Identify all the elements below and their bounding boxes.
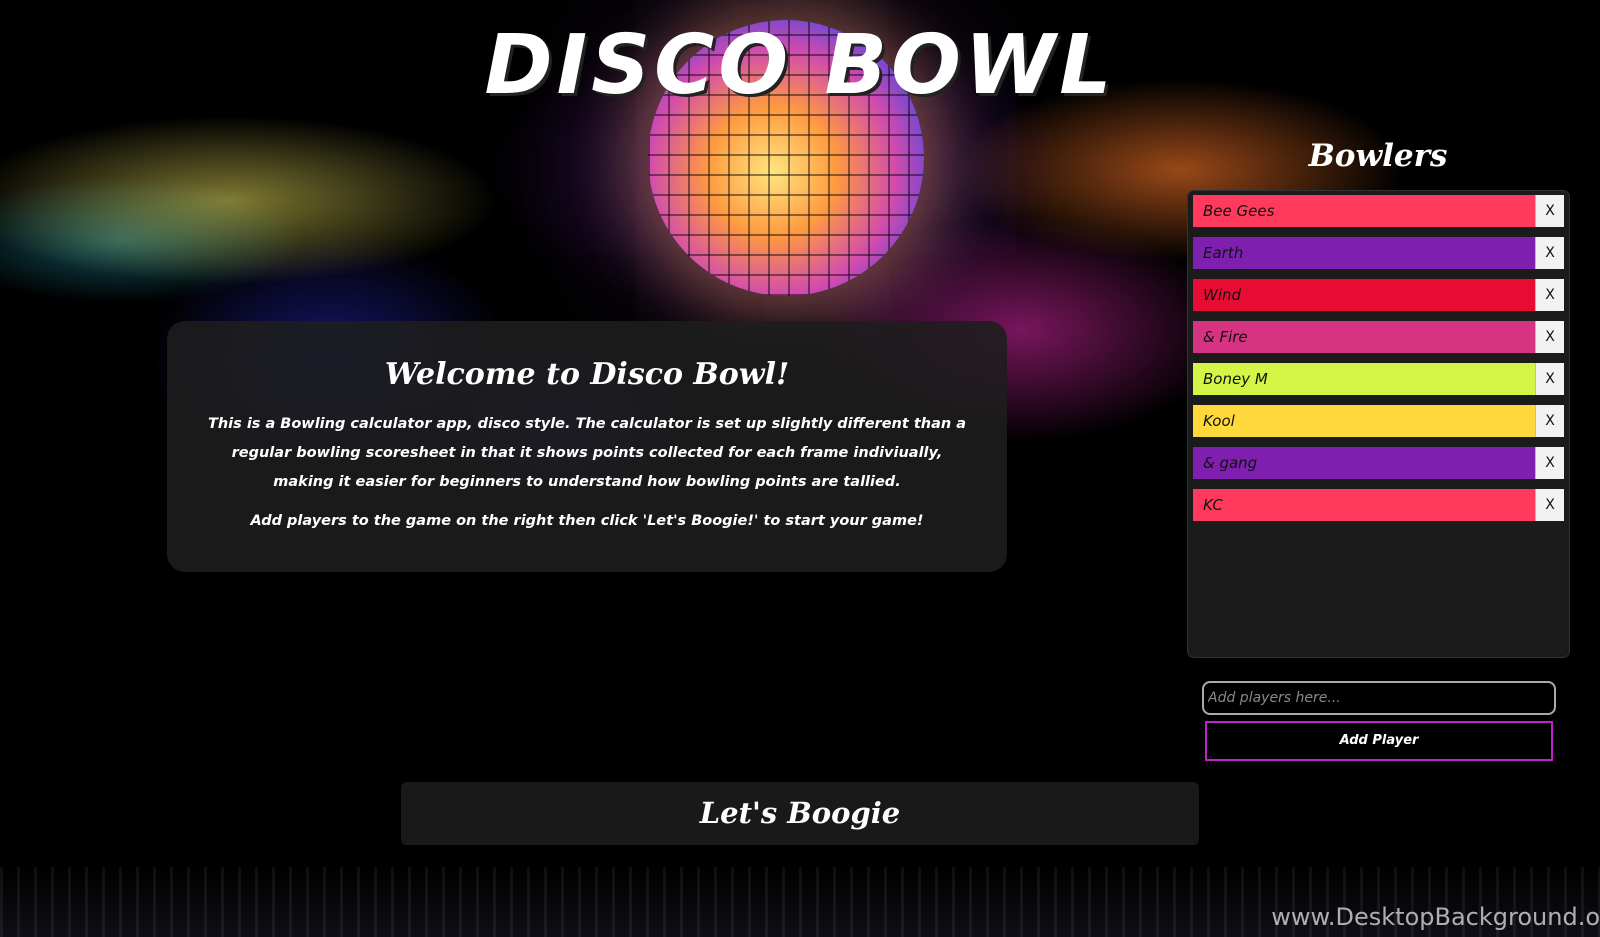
remove-bowler-button[interactable]: X bbox=[1535, 237, 1564, 269]
bowler-name: & Fire bbox=[1193, 321, 1535, 353]
watermark-text: www.DesktopBackground.o bbox=[1271, 903, 1600, 931]
bowler-name: Kool bbox=[1193, 405, 1535, 437]
bowler-row: Bee Gees X bbox=[1193, 195, 1564, 227]
welcome-description: This is a Bowling calculator app, disco … bbox=[207, 416, 967, 490]
add-player-button[interactable]: Add Player bbox=[1205, 721, 1553, 761]
bowler-name: KC bbox=[1193, 489, 1535, 521]
bowler-row: Earth X bbox=[1193, 237, 1564, 269]
remove-bowler-button[interactable]: X bbox=[1535, 363, 1564, 395]
bowler-row: Wind X bbox=[1193, 279, 1564, 311]
welcome-instructions: Add players to the game on the right the… bbox=[250, 513, 924, 529]
bowler-name: Bee Gees bbox=[1193, 195, 1535, 227]
bowlers-list: Bee Gees X Earth X Wind X & Fire X Boney… bbox=[1187, 190, 1570, 658]
disco-background: DISCO BOWL Welcome to Disco Bowl! This i… bbox=[0, 0, 1600, 937]
app-logo: DISCO BOWL bbox=[484, 18, 1116, 113]
bowler-row: & gang X bbox=[1193, 447, 1564, 479]
bowler-row: Kool X bbox=[1193, 405, 1564, 437]
bowler-name: & gang bbox=[1193, 447, 1535, 479]
bowler-row: & Fire X bbox=[1193, 321, 1564, 353]
bowler-name: Wind bbox=[1193, 279, 1535, 311]
remove-bowler-button[interactable]: X bbox=[1535, 405, 1564, 437]
remove-bowler-button[interactable]: X bbox=[1535, 447, 1564, 479]
bowler-row: KC X bbox=[1193, 489, 1564, 521]
bowler-row: Boney M X bbox=[1193, 363, 1564, 395]
remove-bowler-button[interactable]: X bbox=[1535, 195, 1564, 227]
add-player-input[interactable] bbox=[1202, 681, 1556, 715]
bowler-name: Earth bbox=[1193, 237, 1535, 269]
welcome-title: Welcome to Disco Bowl! bbox=[384, 357, 790, 392]
lets-boogie-button[interactable]: Let's Boogie bbox=[401, 782, 1199, 845]
remove-bowler-button[interactable]: X bbox=[1535, 279, 1564, 311]
remove-bowler-button[interactable]: X bbox=[1535, 489, 1564, 521]
welcome-panel: Welcome to Disco Bowl! This is a Bowling… bbox=[167, 321, 1007, 572]
remove-bowler-button[interactable]: X bbox=[1535, 321, 1564, 353]
bowlers-title: Bowlers bbox=[1308, 138, 1448, 174]
bowler-name: Boney M bbox=[1193, 363, 1535, 395]
